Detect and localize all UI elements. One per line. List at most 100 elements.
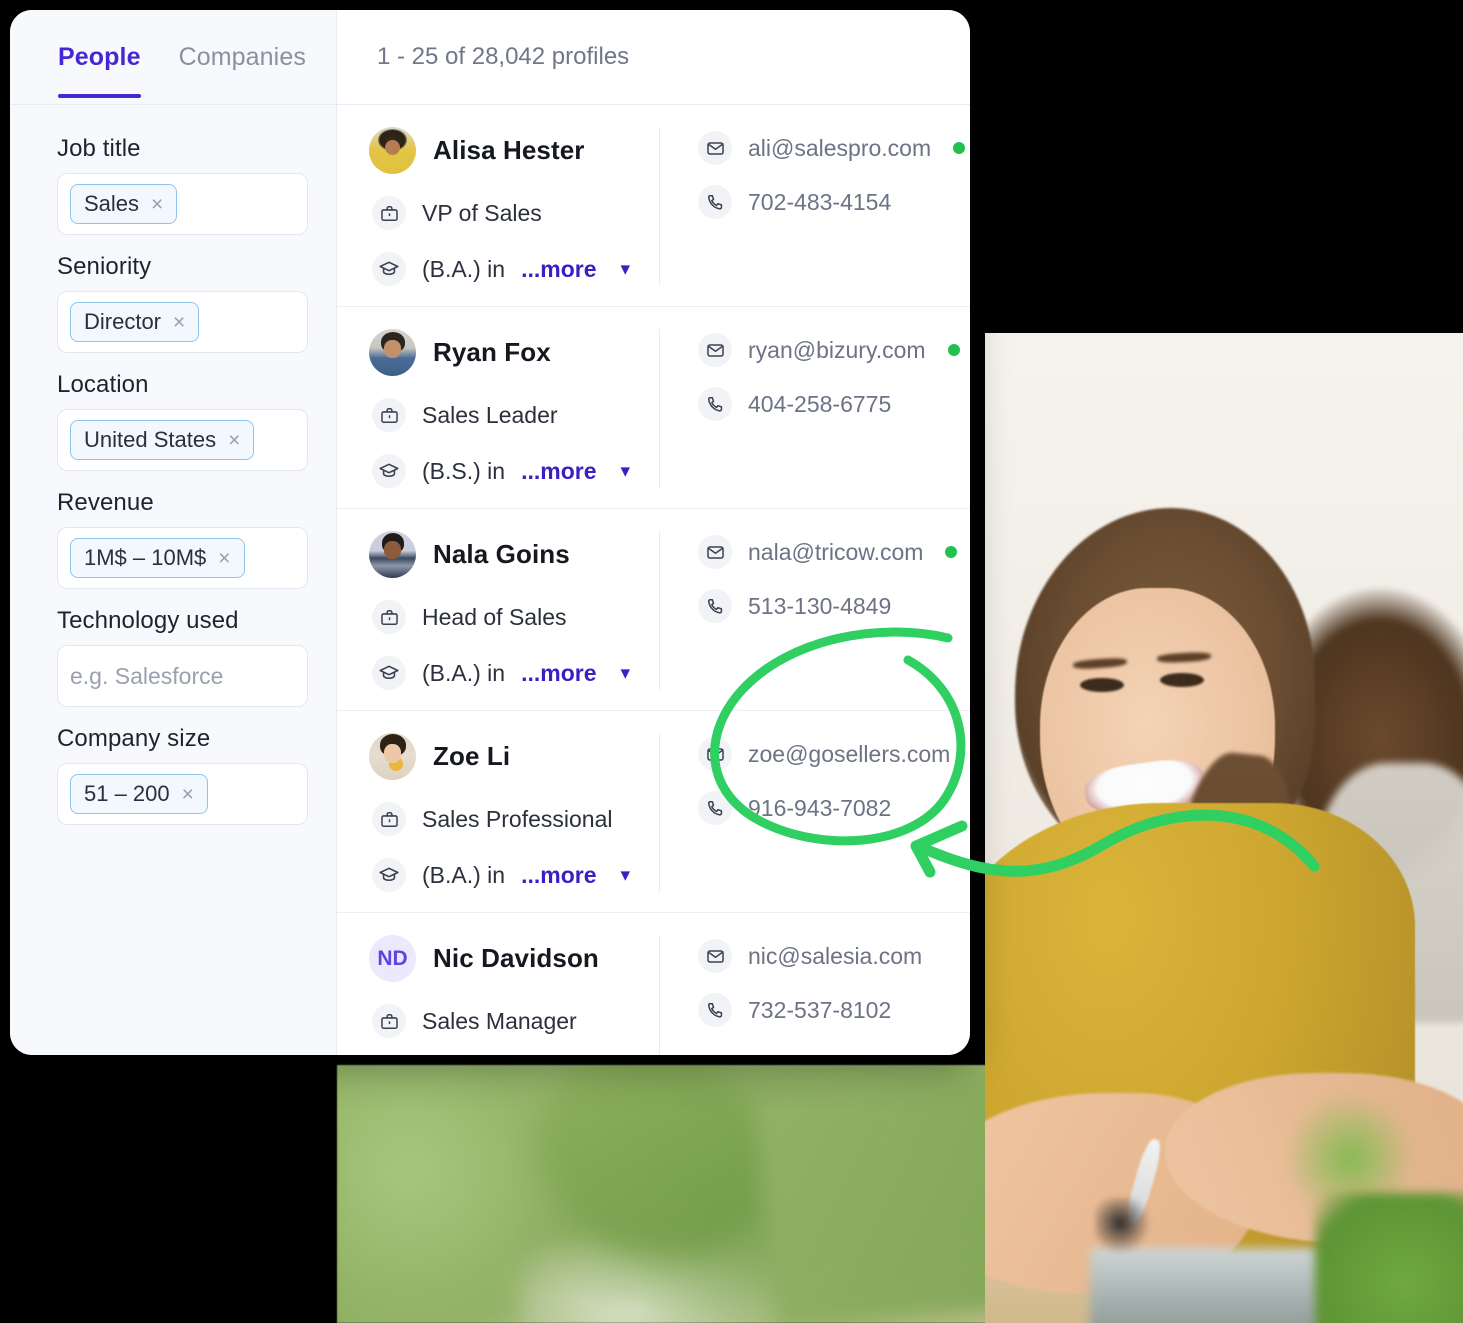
chip-label: 1M$ – 10M$	[84, 545, 207, 570]
more-link[interactable]: ...more	[521, 256, 596, 283]
profile-phone[interactable]: 702-483-4154	[748, 189, 891, 216]
results-panel: 1 - 25 of 28,042 profiles Alisa Hester V…	[337, 10, 970, 1055]
filter-revenue: Revenue 1M$ – 10M$ ×	[57, 489, 308, 589]
tab-people[interactable]: People	[58, 43, 141, 98]
tab-people-label: People	[58, 42, 141, 71]
profile-summary: Ryan Fox Sales Leader (B.S.) in ...more …	[337, 329, 659, 488]
profile-phone[interactable]: 513-130-4849	[748, 593, 891, 620]
profile-phone[interactable]: 404-258-6775	[748, 391, 891, 418]
tab-bar: People Companies	[10, 10, 336, 105]
table-row[interactable]: Zoe Li Sales Professional (B.A.) in ...m…	[337, 711, 970, 913]
close-icon[interactable]: ×	[228, 430, 240, 451]
more-link[interactable]: ...more	[521, 862, 596, 889]
close-icon[interactable]: ×	[182, 784, 194, 805]
phone-icon	[698, 185, 732, 219]
graduation-cap-icon	[372, 252, 406, 286]
briefcase-icon	[372, 802, 406, 836]
filter-technology-used: Technology used e.g. Salesforce	[57, 607, 308, 707]
profile-summary: Zoe Li Sales Professional (B.A.) in ...m…	[337, 733, 659, 892]
profile-name: Nala Goins	[433, 539, 570, 569]
mail-icon	[698, 131, 732, 165]
avatar	[369, 531, 416, 578]
table-row[interactable]: Alisa Hester VP of Sales (B.A.) in ...mo…	[337, 105, 970, 307]
tab-companies-label: Companies	[178, 42, 306, 71]
filter-placeholder: e.g. Salesforce	[70, 662, 224, 689]
briefcase-icon	[372, 398, 406, 432]
profile-summary: Alisa Hester VP of Sales (B.A.) in ...mo…	[337, 127, 659, 286]
table-row[interactable]: Nala Goins Head of Sales (B.A.) in ...mo…	[337, 509, 970, 711]
profile-contact: nic@salesia.com 732-537-8102	[659, 935, 970, 1055]
table-row[interactable]: Ryan Fox Sales Leader (B.S.) in ...more …	[337, 307, 970, 509]
profile-title: VP of Sales	[422, 199, 542, 226]
filter-label: Seniority	[57, 253, 152, 280]
filter-input-technology[interactable]: e.g. Salesforce	[57, 645, 308, 707]
filter-list: Job title Sales × Seniority Director × L…	[10, 105, 336, 825]
phone-icon	[698, 589, 732, 623]
avatar	[369, 329, 416, 376]
profile-email[interactable]: nic@salesia.com	[748, 943, 922, 970]
phone-icon	[698, 791, 732, 825]
filter-chip-sales[interactable]: Sales ×	[70, 184, 178, 224]
chip-label: Director	[84, 309, 162, 334]
profile-education: (B.S.) in	[422, 457, 506, 484]
filter-chip-united-states[interactable]: United States ×	[70, 420, 255, 460]
profile-phone[interactable]: 732-537-8102	[748, 997, 891, 1024]
profile-education: (B.A.) in	[422, 861, 506, 888]
filter-input-revenue[interactable]: 1M$ – 10M$ ×	[57, 527, 308, 589]
chevron-down-icon[interactable]: ▾	[621, 864, 631, 887]
profile-email[interactable]: nala@tricow.com	[748, 539, 923, 566]
table-row[interactable]: ND Nic Davidson Sales Manager nic@salesi…	[337, 913, 970, 1055]
briefcase-icon	[372, 600, 406, 634]
profile-email[interactable]: ali@salespro.com	[748, 135, 931, 162]
filter-input-job-title[interactable]: Sales ×	[57, 173, 308, 235]
filter-chip-revenue-range[interactable]: 1M$ – 10M$ ×	[70, 538, 245, 578]
chevron-down-icon[interactable]: ▾	[621, 662, 631, 685]
filter-chip-company-size[interactable]: 51 – 200 ×	[70, 774, 208, 814]
graduation-cap-icon	[372, 454, 406, 488]
profile-title: Sales Manager	[422, 1007, 577, 1034]
chevron-down-icon[interactable]: ▾	[621, 460, 631, 483]
filter-label: Company size	[57, 725, 211, 752]
profile-name: Ryan Fox	[433, 337, 551, 367]
filter-label: Location	[57, 371, 149, 398]
profile-email[interactable]: ryan@bizury.com	[748, 337, 926, 364]
graduation-cap-icon	[372, 656, 406, 690]
profile-education: (B.A.) in	[422, 255, 506, 282]
briefcase-icon	[372, 1004, 406, 1038]
graduation-cap-icon	[372, 858, 406, 892]
filter-input-company-size[interactable]: 51 – 200 ×	[57, 763, 308, 825]
filter-location: Location United States ×	[57, 371, 308, 471]
chip-label: Sales	[84, 191, 140, 216]
close-icon[interactable]: ×	[173, 312, 185, 333]
profile-contact: nala@tricow.com 513-130-4849	[659, 531, 970, 690]
filter-label: Technology used	[57, 607, 239, 634]
profile-title: Head of Sales	[422, 603, 567, 630]
avatar	[369, 127, 416, 174]
more-link[interactable]: ...more	[521, 458, 596, 485]
filter-company-size: Company size 51 – 200 ×	[57, 725, 308, 825]
verified-dot-icon	[945, 546, 958, 558]
chip-label: 51 – 200	[84, 781, 170, 806]
page-root: People Companies Job title Sales × Senio…	[0, 0, 1463, 1323]
more-link[interactable]: ...more	[521, 660, 596, 687]
hero-photo-woman	[985, 333, 1463, 1323]
tab-companies[interactable]: Companies	[179, 43, 306, 98]
filter-chip-director[interactable]: Director ×	[70, 302, 200, 342]
profile-email[interactable]: zoe@gosellers.com	[748, 741, 950, 768]
filter-input-seniority[interactable]: Director ×	[57, 291, 308, 353]
profile-education: (B.A.) in	[422, 659, 506, 686]
filter-seniority: Seniority Director ×	[57, 253, 308, 353]
close-icon[interactable]: ×	[151, 194, 163, 215]
chevron-down-icon[interactable]: ▾	[621, 258, 631, 281]
profile-name: Zoe Li	[433, 741, 511, 771]
profile-summary: Nala Goins Head of Sales (B.A.) in ...mo…	[337, 531, 659, 690]
verified-dot-icon	[947, 344, 960, 356]
mail-icon	[698, 939, 732, 973]
profile-title: Sales Leader	[422, 401, 558, 428]
verified-dot-icon	[953, 142, 966, 154]
filter-input-location[interactable]: United States ×	[57, 409, 308, 471]
avatar-initials-label: ND	[377, 946, 408, 970]
profile-phone[interactable]: 916-943-7082	[748, 795, 891, 822]
close-icon[interactable]: ×	[218, 548, 230, 569]
profile-name: Nic Davidson	[433, 943, 599, 973]
